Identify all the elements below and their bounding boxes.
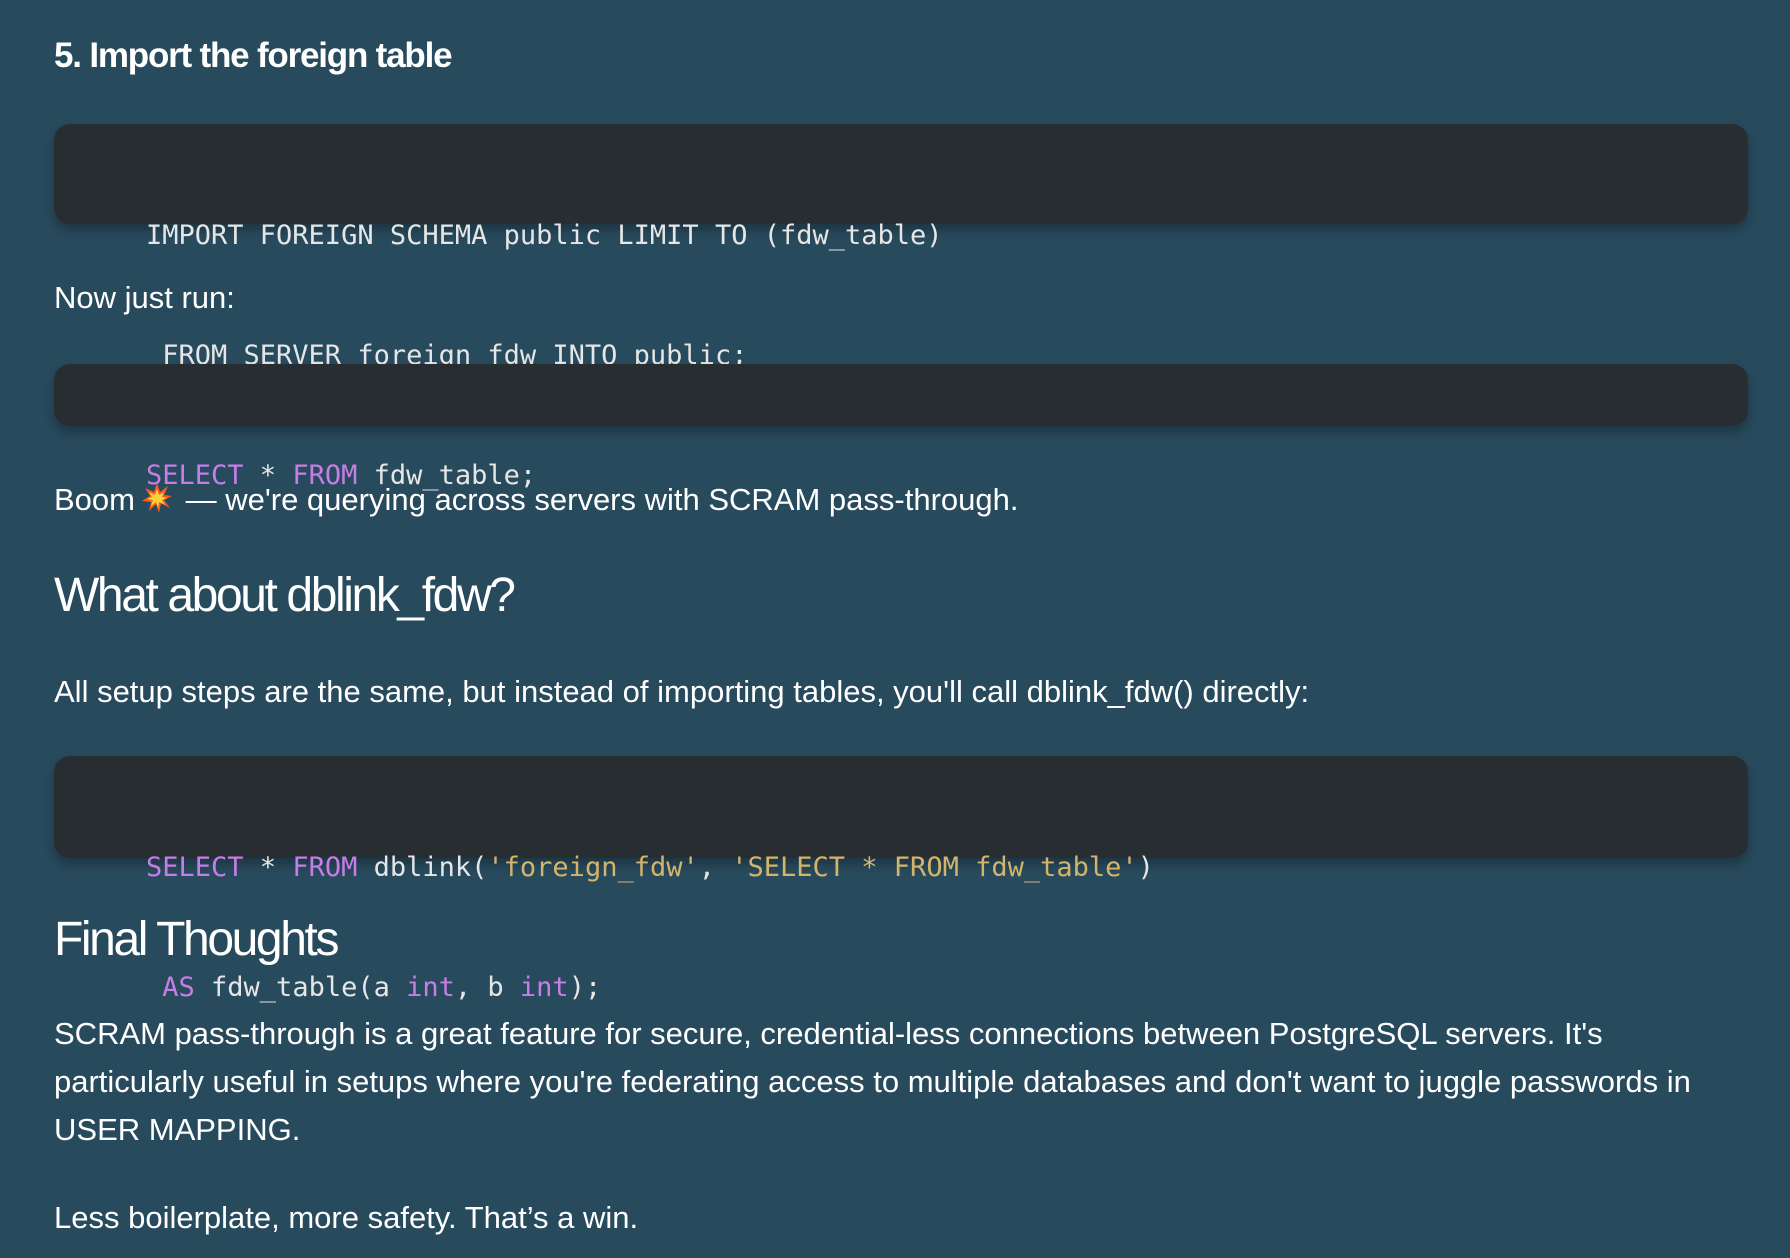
- keyword: SELECT: [146, 852, 244, 883]
- paragraph-dblink: All setup steps are the same, but instea…: [54, 674, 1310, 709]
- keyword: int: [519, 972, 569, 1003]
- code-text: dblink(: [357, 852, 488, 883]
- string-literal: 'foreign_fdw': [487, 852, 699, 883]
- paragraph-win: Less boilerplate, more safety. That’s a …: [54, 1200, 639, 1235]
- code-block-dblink[interactable]: SELECT * FROM dblink('foreign_fdw', 'SEL…: [54, 756, 1748, 1003]
- code-text: );: [568, 972, 602, 1003]
- code-text: , b: [454, 972, 520, 1003]
- code-text: *: [243, 852, 293, 883]
- boom-text: Boom: [54, 482, 135, 517]
- code-text: ,: [698, 852, 732, 883]
- code-text: ): [1137, 852, 1154, 883]
- boom-text-rest: — we're querying across servers with SCR…: [176, 482, 1019, 517]
- paragraph-run: Now just run:: [54, 280, 235, 315]
- code-line: AS fdw_table(a int, b int);: [146, 968, 1748, 1008]
- keyword: AS: [162, 972, 195, 1003]
- code-text: fdw_table(a: [194, 972, 407, 1003]
- code-block-select[interactable]: SELECT * FROM fdw_table;: [54, 364, 1748, 491]
- paragraph-final: SCRAM pass-through is a great feature fo…: [54, 1016, 1691, 1147]
- keyword: int: [406, 972, 455, 1003]
- article-content: 5. Import the foreign table IMPORT FOREI…: [0, 0, 1790, 1258]
- string-literal: 'SELECT * FROM fdw_table': [731, 852, 1138, 883]
- section-heading-dblink: What about dblink_fdw?: [54, 569, 516, 622]
- keyword: FROM: [292, 852, 358, 883]
- paragraph-boom: Boom — we're querying across servers wit…: [54, 476, 1744, 524]
- code-line: SELECT * FROM dblink('foreign_fdw', 'SEL…: [146, 848, 1748, 888]
- section-heading-final: Final Thoughts: [54, 913, 339, 966]
- step-heading: 5. Import the foreign table: [54, 36, 453, 75]
- collision-icon: [141, 483, 172, 513]
- code-block-import[interactable]: IMPORT FOREIGN SCHEMA public LIMIT TO (f…: [54, 124, 1748, 371]
- code-line: IMPORT FOREIGN SCHEMA public LIMIT TO (f…: [146, 220, 943, 251]
